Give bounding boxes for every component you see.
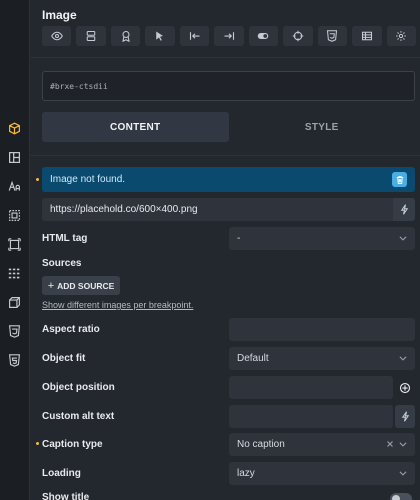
dynamic-data-icon[interactable] <box>393 198 415 221</box>
loading-select[interactable]: lazy <box>229 462 415 485</box>
crosshair-icon[interactable] <box>283 26 313 46</box>
table-icon[interactable] <box>352 26 382 46</box>
settings-panel: Image #brxe-ctsdii CONTENT STYLE Image n… <box>30 0 420 500</box>
divider <box>30 57 420 58</box>
clear-icon[interactable] <box>385 439 395 449</box>
add-source-button[interactable]: + ADD SOURCE <box>42 276 120 295</box>
notice-text: Image not found. <box>50 174 126 185</box>
html-tag-label: HTML tag <box>42 233 88 244</box>
toggle-icon[interactable] <box>248 26 279 46</box>
divider <box>30 155 420 156</box>
chevron-down-icon <box>399 471 407 476</box>
loading-label: Loading <box>42 468 81 479</box>
badge-icon[interactable] <box>110 26 141 46</box>
caption-type-select[interactable]: No caption <box>229 433 415 456</box>
cube-icon[interactable] <box>5 293 23 311</box>
css3-icon[interactable] <box>5 322 23 340</box>
typography-icon[interactable] <box>5 177 23 195</box>
grid-icon[interactable] <box>5 264 23 282</box>
loading-value: lazy <box>237 468 255 479</box>
chevron-down-icon <box>399 442 407 447</box>
trash-icon[interactable] <box>392 172 407 187</box>
custom-alt-input[interactable] <box>229 405 393 428</box>
modified-indicator <box>36 178 39 181</box>
aspect-ratio-label: Aspect ratio <box>42 324 100 335</box>
resize-icon[interactable] <box>5 235 23 253</box>
css-id-field[interactable]: #brxe-ctsdii <box>42 71 415 101</box>
custom-alt-label: Custom alt text <box>42 411 115 422</box>
object-fit-value: Default <box>237 353 269 364</box>
caption-type-label: Caption type <box>42 439 103 450</box>
object-position-label: Object position <box>42 382 115 393</box>
gear-icon[interactable] <box>386 26 416 46</box>
plus-icon: + <box>47 279 55 292</box>
modified-indicator <box>36 442 39 445</box>
caption-type-value: No caption <box>237 439 285 450</box>
image-notice: Image not found. <box>42 167 415 192</box>
align-left-icon[interactable] <box>179 26 210 46</box>
element-toolbar <box>42 26 416 46</box>
crosshair-icon[interactable] <box>395 376 415 399</box>
align-right-icon[interactable] <box>214 26 244 46</box>
object-position-input[interactable] <box>229 376 393 399</box>
show-title-label: Show title <box>42 492 90 500</box>
tab-bar: CONTENT STYLE <box>42 112 415 142</box>
box-icon[interactable] <box>5 119 23 137</box>
chevron-down-icon <box>399 236 407 241</box>
html-tag-select[interactable]: - <box>229 227 415 250</box>
breakpoint-sources-link[interactable]: Show different images per breakpoint. <box>42 300 193 310</box>
border-icon[interactable] <box>5 206 23 224</box>
sidebar <box>0 0 30 500</box>
tab-style[interactable]: STYLE <box>229 112 416 142</box>
image-url-value: https://placehold.co/600×400.png <box>50 204 198 215</box>
object-fit-select[interactable]: Default <box>229 347 415 370</box>
dynamic-data-icon[interactable] <box>395 405 415 428</box>
layout-icon[interactable] <box>5 148 23 166</box>
object-fit-label: Object fit <box>42 353 86 364</box>
add-source-label: ADD SOURCE <box>57 280 115 291</box>
image-url-input[interactable]: https://placehold.co/600×400.png <box>42 198 415 221</box>
aspect-ratio-input[interactable] <box>229 318 415 341</box>
html5-icon[interactable] <box>5 351 23 369</box>
show-title-toggle[interactable] <box>390 493 412 500</box>
chevron-down-icon <box>399 356 407 361</box>
panel-title: Image <box>42 8 77 22</box>
tab-content[interactable]: CONTENT <box>42 112 229 142</box>
layers-icon[interactable] <box>76 26 106 46</box>
cursor-icon[interactable] <box>145 26 175 46</box>
sources-label: Sources <box>42 258 82 269</box>
eye-icon[interactable] <box>42 26 72 46</box>
css-icon[interactable] <box>317 26 348 46</box>
html-tag-value: - <box>237 233 241 244</box>
